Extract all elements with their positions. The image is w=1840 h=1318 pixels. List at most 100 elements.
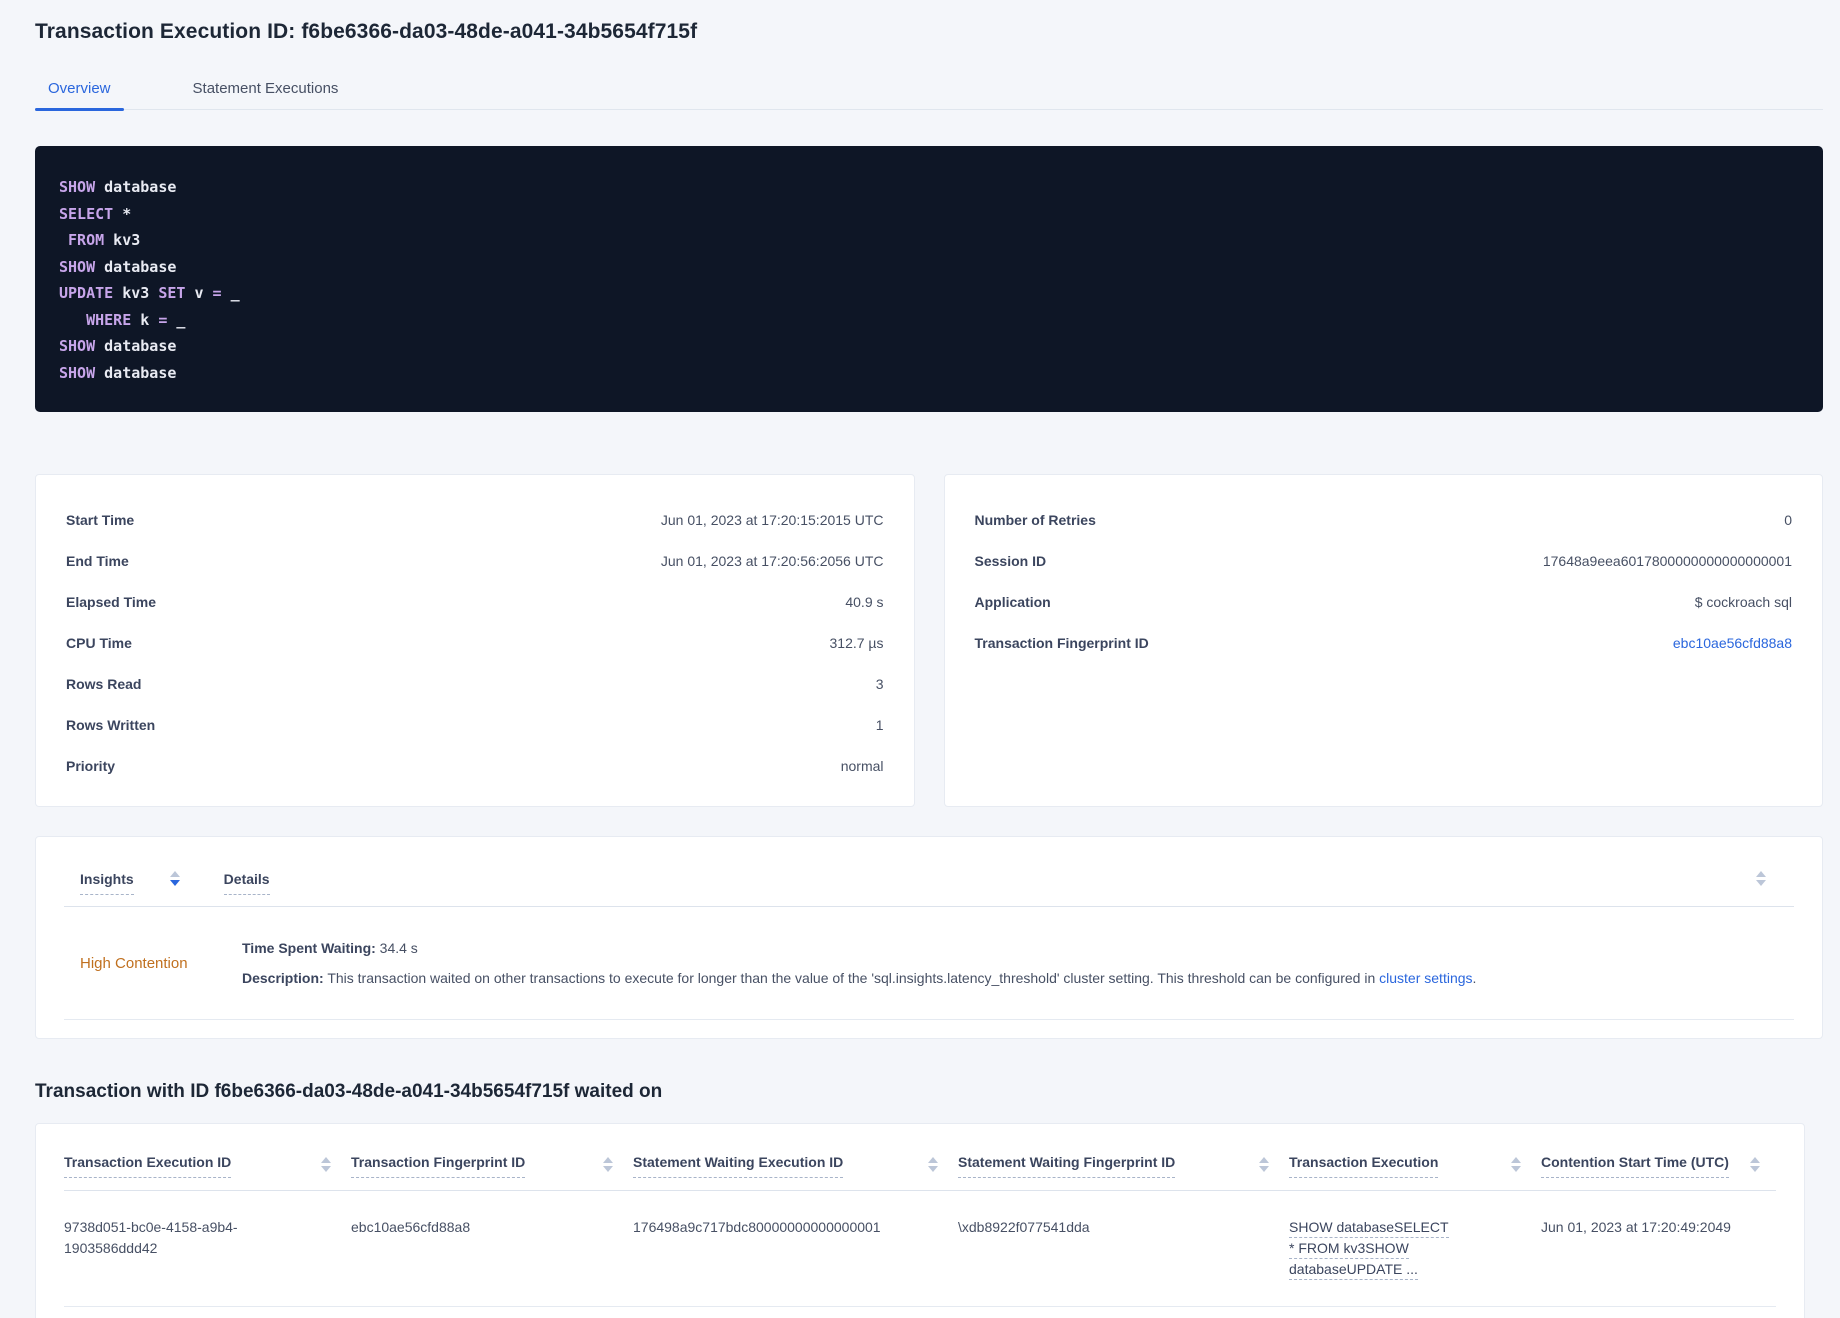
- timing-card: Start Time Jun 01, 2023 at 17:20:15:2015…: [35, 474, 915, 807]
- row-application: Application $ cockroach sql: [975, 581, 1793, 622]
- cell-stmt-waiting-execution-id: 176498a9c717bdc80000000000000001: [633, 1219, 881, 1235]
- header-txn-execution: Transaction Execution: [1289, 1140, 1541, 1190]
- page-title: Transaction Execution ID: f6be6366-da03-…: [35, 20, 698, 43]
- retries-label: Number of Retries: [974, 511, 1096, 528]
- header-txn-fingerprint-id: Transaction Fingerprint ID: [351, 1140, 633, 1190]
- insight-badge: High Contention: [80, 954, 188, 972]
- end-time-label: End Time: [66, 552, 129, 569]
- start-time-value: Jun 01, 2023 at 17:20:15:2015 UTC: [660, 511, 884, 528]
- txn-execution-statement-link[interactable]: SHOW databaseSELECT * FROM kv3SHOW datab…: [1289, 1219, 1449, 1280]
- description-label: Description:: [242, 970, 324, 986]
- session-id-label: Session ID: [974, 552, 1047, 569]
- row-start-time: Start Time Jun 01, 2023 at 17:20:15:2015…: [66, 499, 884, 540]
- table-sort-icon[interactable]: [1756, 871, 1766, 886]
- row-cpu-time: CPU Time 312.7 µs: [66, 622, 884, 663]
- sort-icon[interactable]: [321, 1157, 331, 1172]
- header-contention-start-time: Contention Start Time (UTC): [1541, 1140, 1780, 1190]
- waited-on-heading: Transaction with ID f6be6366-da03-48de-a…: [35, 1081, 663, 1102]
- sort-up-icon: [1756, 871, 1766, 877]
- rows-written-label: Rows Written: [66, 716, 156, 733]
- header-stmt-waiting-execution-id: Statement Waiting Execution ID: [633, 1140, 958, 1190]
- end-time-value: Jun 01, 2023 at 17:20:56:2056 UTC: [660, 552, 884, 569]
- rows-read-label: Rows Read: [66, 675, 142, 692]
- cell-contention-start-time: Jun 01, 2023 at 17:20:49:2049: [1541, 1219, 1731, 1235]
- insights-table: Insights Details High Contention Time Sp…: [35, 836, 1823, 1039]
- cell-stmt-waiting-fingerprint-id: \xdb8922f077541dda: [958, 1219, 1090, 1235]
- priority-value: normal: [840, 757, 884, 774]
- sort-down-icon: [1259, 1166, 1269, 1172]
- cell-txn-fingerprint-id: ebc10ae56cfd88a8: [351, 1219, 471, 1235]
- summary-cards: Start Time Jun 01, 2023 at 17:20:15:2015…: [35, 474, 1823, 807]
- row-end-time: End Time Jun 01, 2023 at 17:20:56:2056 U…: [66, 540, 884, 581]
- rows-read-value: 3: [875, 675, 884, 692]
- insight-details: Time Spent Waiting: 34.4 s Description: …: [242, 933, 1476, 993]
- session-card: Number of Retries 0 Session ID 17648a9ee…: [943, 474, 1823, 807]
- retries-value: 0: [1784, 511, 1792, 528]
- sort-up-icon: [603, 1157, 613, 1163]
- sql-code: SHOW database SELECT * FROM kv3 SHOW datab…: [59, 178, 240, 382]
- sort-up-icon: [321, 1157, 331, 1163]
- details-column-header[interactable]: Details: [223, 871, 270, 895]
- sort-down-icon: [1750, 1166, 1760, 1172]
- cpu-time-label: CPU Time: [66, 634, 132, 651]
- stmt-waiting-execution-id-header[interactable]: Statement Waiting Execution ID: [633, 1154, 844, 1178]
- txn-execution-id-header[interactable]: Transaction Execution ID: [64, 1154, 232, 1178]
- sort-up-icon: [1259, 1157, 1269, 1163]
- txn-fingerprint-label: Transaction Fingerprint ID: [974, 634, 1149, 651]
- elapsed-time-value: 40.9 s: [845, 593, 884, 610]
- txn-fingerprint-link[interactable]: ebc10ae56cfd88a8: [1673, 635, 1792, 651]
- sort-up-icon: [169, 871, 180, 877]
- contention-start-time-header[interactable]: Contention Start Time (UTC): [1541, 1154, 1729, 1178]
- insight-row-high-contention: High Contention Time Spent Waiting: 34.4…: [64, 907, 1794, 1020]
- sort-down-icon: [1756, 880, 1766, 886]
- insights-sort-icon[interactable]: [169, 871, 180, 886]
- sort-up-icon: [1511, 1157, 1521, 1163]
- header-stmt-waiting-fingerprint-id: Statement Waiting Fingerprint ID: [958, 1140, 1289, 1190]
- row-rows-written: Rows Written 1: [66, 704, 884, 745]
- row-transaction-fingerprint-id: Transaction Fingerprint ID ebc10ae56cfd8…: [975, 622, 1793, 663]
- description-period: .: [1472, 970, 1477, 986]
- elapsed-time-label: Elapsed Time: [66, 593, 157, 610]
- stmt-waiting-fingerprint-id-header[interactable]: Statement Waiting Fingerprint ID: [958, 1154, 1176, 1178]
- description-text: This transaction waited on other transac…: [323, 970, 1380, 986]
- session-id-value: 17648a9eea6017800000000000000001: [1542, 552, 1792, 569]
- waited-on-table-row: 9738d051-bc0e-4158-a9b4-1903586ddd42 ebc…: [64, 1191, 1776, 1307]
- txn-fingerprint-id-header[interactable]: Transaction Fingerprint ID: [351, 1154, 526, 1178]
- row-priority: Priority normal: [66, 745, 884, 786]
- application-label: Application: [974, 593, 1051, 610]
- waited-on-table: Transaction Execution ID Transaction Fin…: [35, 1123, 1805, 1318]
- sql-statement-box: SHOW database SELECT * FROM kv3 SHOW datab…: [35, 146, 1823, 412]
- sort-icon[interactable]: [1259, 1157, 1269, 1172]
- sort-down-icon: [928, 1166, 938, 1172]
- sort-icon[interactable]: [1511, 1157, 1521, 1172]
- time-spent-waiting-label: Time Spent Waiting:: [242, 940, 376, 956]
- insights-table-header: Insights Details: [64, 837, 1794, 907]
- start-time-label: Start Time: [66, 511, 135, 528]
- row-session-id: Session ID 17648a9eea6017800000000000000…: [975, 540, 1793, 581]
- sort-up-icon: [1750, 1157, 1760, 1163]
- row-number-of-retries: Number of Retries 0: [975, 499, 1793, 540]
- priority-label: Priority: [66, 757, 116, 774]
- application-value: $ cockroach sql: [1694, 593, 1792, 610]
- sort-icon[interactable]: [928, 1157, 938, 1172]
- insights-column-header[interactable]: Insights: [80, 871, 134, 895]
- tab-statement-executions[interactable]: Statement Executions: [180, 70, 352, 109]
- sort-icon[interactable]: [1750, 1157, 1760, 1172]
- time-spent-waiting-value: 34.4 s: [375, 940, 418, 956]
- sort-down-icon: [1511, 1166, 1521, 1172]
- rows-written-value: 1: [875, 716, 884, 733]
- cpu-time-value: 312.7 µs: [829, 634, 884, 651]
- sort-icon[interactable]: [603, 1157, 613, 1172]
- tabbar: Overview Statement Executions: [35, 70, 1823, 111]
- cluster-settings-link[interactable]: cluster settings: [1379, 970, 1472, 986]
- sort-up-icon: [928, 1157, 938, 1163]
- sort-down-icon: [321, 1166, 331, 1172]
- cell-txn-execution: SHOW databaseSELECT * FROM kv3SHOW datab…: [1289, 1191, 1469, 1306]
- row-rows-read: Rows Read 3: [66, 663, 884, 704]
- header-txn-execution-id: Transaction Execution ID: [64, 1140, 351, 1190]
- tab-overview[interactable]: Overview: [35, 70, 124, 111]
- row-elapsed-time: Elapsed Time 40.9 s: [66, 581, 884, 622]
- sort-down-icon: [603, 1166, 613, 1172]
- waited-on-table-header: Transaction Execution ID Transaction Fin…: [64, 1124, 1776, 1191]
- txn-execution-header[interactable]: Transaction Execution: [1289, 1154, 1439, 1178]
